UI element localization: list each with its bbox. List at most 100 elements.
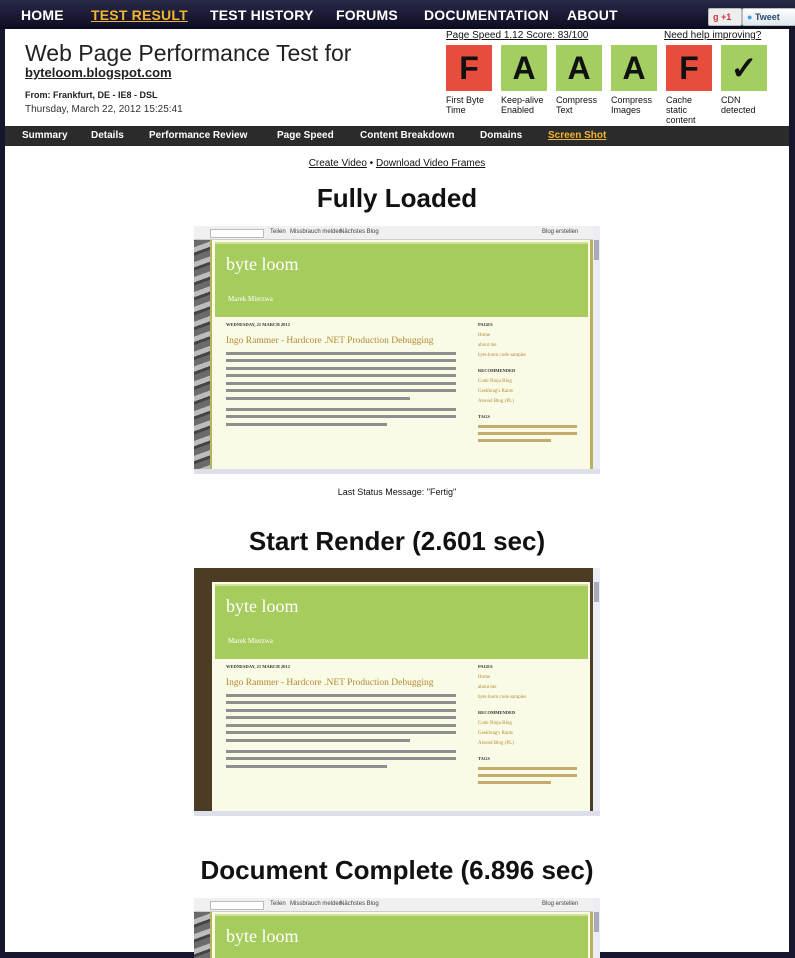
tags-heading: TAGS: [478, 756, 490, 761]
nav-test-result[interactable]: TEST RESULT: [91, 7, 188, 23]
tab-domains[interactable]: Domains: [480, 130, 522, 141]
blog-page: byte loom Marek Mierzwa WEDNESDAY, 21 MA…: [212, 582, 590, 811]
blogger-toolbar: Teilen Missbrauch melden Nächstes Blog B…: [194, 226, 600, 240]
label-cdn-detected: CDN detected: [721, 95, 756, 115]
tested-url-link[interactable]: byteloom.blogspot.com: [25, 65, 172, 80]
blog-sidebar: PAGES Home about me byte.loom code sampl…: [478, 664, 582, 784]
blog-page: byte loom: [212, 912, 590, 958]
sidebar-link: Geekbrag's Rants: [478, 389, 513, 394]
tab-page-speed[interactable]: Page Speed: [277, 130, 334, 141]
recommended-heading: RECOMMENDED: [478, 368, 516, 373]
twitter-bird-icon: ●: [747, 12, 753, 22]
blogger-toolbar: Teilen Missbrauch melden Nächstes Blog B…: [194, 898, 600, 912]
screenshot-start-render[interactable]: byte loom Marek Mierzwa WEDNESDAY, 21 MA…: [194, 568, 600, 816]
document-complete-heading: Document Complete (6.896 sec): [200, 855, 594, 885]
link-separator: •: [369, 158, 374, 169]
scrollbar: [593, 568, 600, 816]
blog-sidebar: PAGES Home about me byte.loom code sampl…: [478, 322, 582, 442]
start-render-heading: Start Render (2.601 sec): [248, 526, 546, 556]
tab-summary[interactable]: Summary: [22, 130, 68, 141]
blog-banner: byte loom: [215, 914, 588, 958]
cdn-check-icon[interactable]: ✓: [721, 45, 767, 91]
horizontal-scrollbar: [194, 469, 600, 474]
nav-documentation[interactable]: DOCUMENTATION: [424, 7, 549, 23]
blog-banner: byte loom Marek Mierzwa: [215, 584, 588, 659]
recommended-heading: RECOMMENDED: [478, 710, 516, 715]
scrollbar: [593, 898, 600, 958]
toolbar-create-blog: Blog erstellen: [542, 901, 579, 907]
sidebar-link: Code Ninja Blog: [478, 379, 512, 384]
page-speed-score-link[interactable]: Page Speed 1.12 Score: 83/100: [446, 30, 588, 41]
last-status-message: Last Status Message: "Fertig": [337, 487, 457, 497]
sidebar-link: Home: [478, 675, 491, 680]
nav-about[interactable]: ABOUT: [567, 7, 618, 23]
toolbar-next: Nächstes Blog: [340, 901, 379, 907]
blog-author: Marek Mierzwa: [228, 637, 273, 645]
top-navigation: HOME TEST RESULT TEST HISTORY FORUMS DOC…: [0, 0, 795, 29]
sidebar-link: byte.loom code samples: [478, 695, 527, 700]
label-compress-text: Compress Text: [556, 95, 598, 115]
search-box: [210, 229, 264, 238]
nav-home[interactable]: HOME: [21, 7, 64, 23]
post-date: WEDNESDAY, 21 MARCH 2012: [226, 322, 290, 327]
toolbar-share: Teilen: [270, 901, 286, 907]
create-video-link[interactable]: Create Video: [309, 158, 367, 169]
fully-loaded-heading: Fully Loaded: [316, 183, 478, 213]
page-title: Web Page Performance Test for: [25, 40, 352, 66]
download-frames-link[interactable]: Download Video Frames: [376, 158, 485, 169]
tab-details[interactable]: Details: [91, 130, 124, 141]
google-plus-icon: g: [713, 12, 719, 22]
blog-page: byte loom Marek Mierzwa WEDNESDAY, 21 MA…: [212, 240, 590, 469]
search-box: [210, 901, 264, 910]
post-date: WEDNESDAY, 21 MARCH 2012: [226, 664, 290, 669]
grade-cache-static[interactable]: F: [666, 45, 712, 91]
blog-post: WEDNESDAY, 21 MARCH 2012 Ingo Rammer - H…: [226, 322, 456, 426]
result-tabs: Summary Details Performance Review Page …: [5, 126, 789, 146]
sidebar-link: about me: [478, 685, 497, 690]
blog-title: byte loom: [226, 254, 299, 274]
sidebar-link: Arsend Blog (PL): [478, 399, 514, 404]
tab-performance-review[interactable]: Performance Review: [149, 130, 247, 141]
sidebar-link: Arsend Blog (PL): [478, 741, 514, 746]
sidebar-link: Code Ninja Blog: [478, 721, 512, 726]
nav-test-history[interactable]: TEST HISTORY: [210, 7, 314, 23]
toolbar-report: Missbrauch melden: [290, 901, 343, 907]
video-links: Create Video • Download Video Frames: [5, 158, 789, 169]
scrollbar: [593, 226, 600, 474]
post-title: Ingo Rammer - Hardcore .NET Production D…: [226, 678, 434, 688]
toolbar-share: Teilen: [270, 229, 286, 235]
google-plus-button[interactable]: g +1: [708, 8, 742, 26]
tab-screen-shot[interactable]: Screen Shot: [548, 130, 606, 141]
tags-heading: TAGS: [478, 414, 490, 419]
post-title: Ingo Rammer - Hardcore .NET Production D…: [226, 336, 434, 346]
horizontal-scrollbar: [194, 811, 600, 816]
nav-forums[interactable]: FORUMS: [336, 7, 398, 23]
test-location: From: Frankfurt, DE - IE8 - DSL: [25, 90, 158, 100]
pages-heading: PAGES: [478, 664, 493, 669]
label-cache-static: Cache static content: [666, 95, 696, 125]
label-keep-alive: Keep-alive Enabled: [501, 95, 544, 115]
screenshot-fully-loaded[interactable]: Teilen Missbrauch melden Nächstes Blog B…: [194, 226, 600, 474]
grade-compress-text[interactable]: A: [556, 45, 602, 91]
pages-heading: PAGES: [478, 322, 493, 327]
tweet-button[interactable]: ● Tweet: [742, 8, 795, 26]
toolbar-report: Missbrauch melden: [290, 229, 343, 235]
sidebar-link: byte.loom code samples: [478, 353, 527, 358]
sidebar-link: about me: [478, 343, 497, 348]
grade-keep-alive[interactable]: A: [501, 45, 547, 91]
blog-author: Marek Mierzwa: [228, 295, 273, 303]
toolbar-next: Nächstes Blog: [340, 229, 379, 235]
tab-content-breakdown[interactable]: Content Breakdown: [360, 130, 454, 141]
grade-compress-images[interactable]: A: [611, 45, 657, 91]
blog-title: byte loom: [226, 926, 299, 946]
help-improving-link[interactable]: Need help improving?: [664, 30, 761, 41]
toolbar-create-blog: Blog erstellen: [542, 229, 579, 235]
main-page: Web Page Performance Test for byteloom.b…: [5, 29, 789, 958]
blog-banner: byte loom Marek Mierzwa: [215, 242, 588, 317]
sidebar-link: Home: [478, 333, 491, 338]
grade-first-byte-time[interactable]: F: [446, 45, 492, 91]
ie-sidebar-graphic: [194, 226, 210, 474]
screenshot-document-complete[interactable]: Teilen Missbrauch melden Nächstes Blog B…: [194, 898, 600, 958]
test-timestamp: Thursday, March 22, 2012 15:25:41: [25, 104, 183, 115]
label-compress-images: Compress Images: [611, 95, 653, 115]
